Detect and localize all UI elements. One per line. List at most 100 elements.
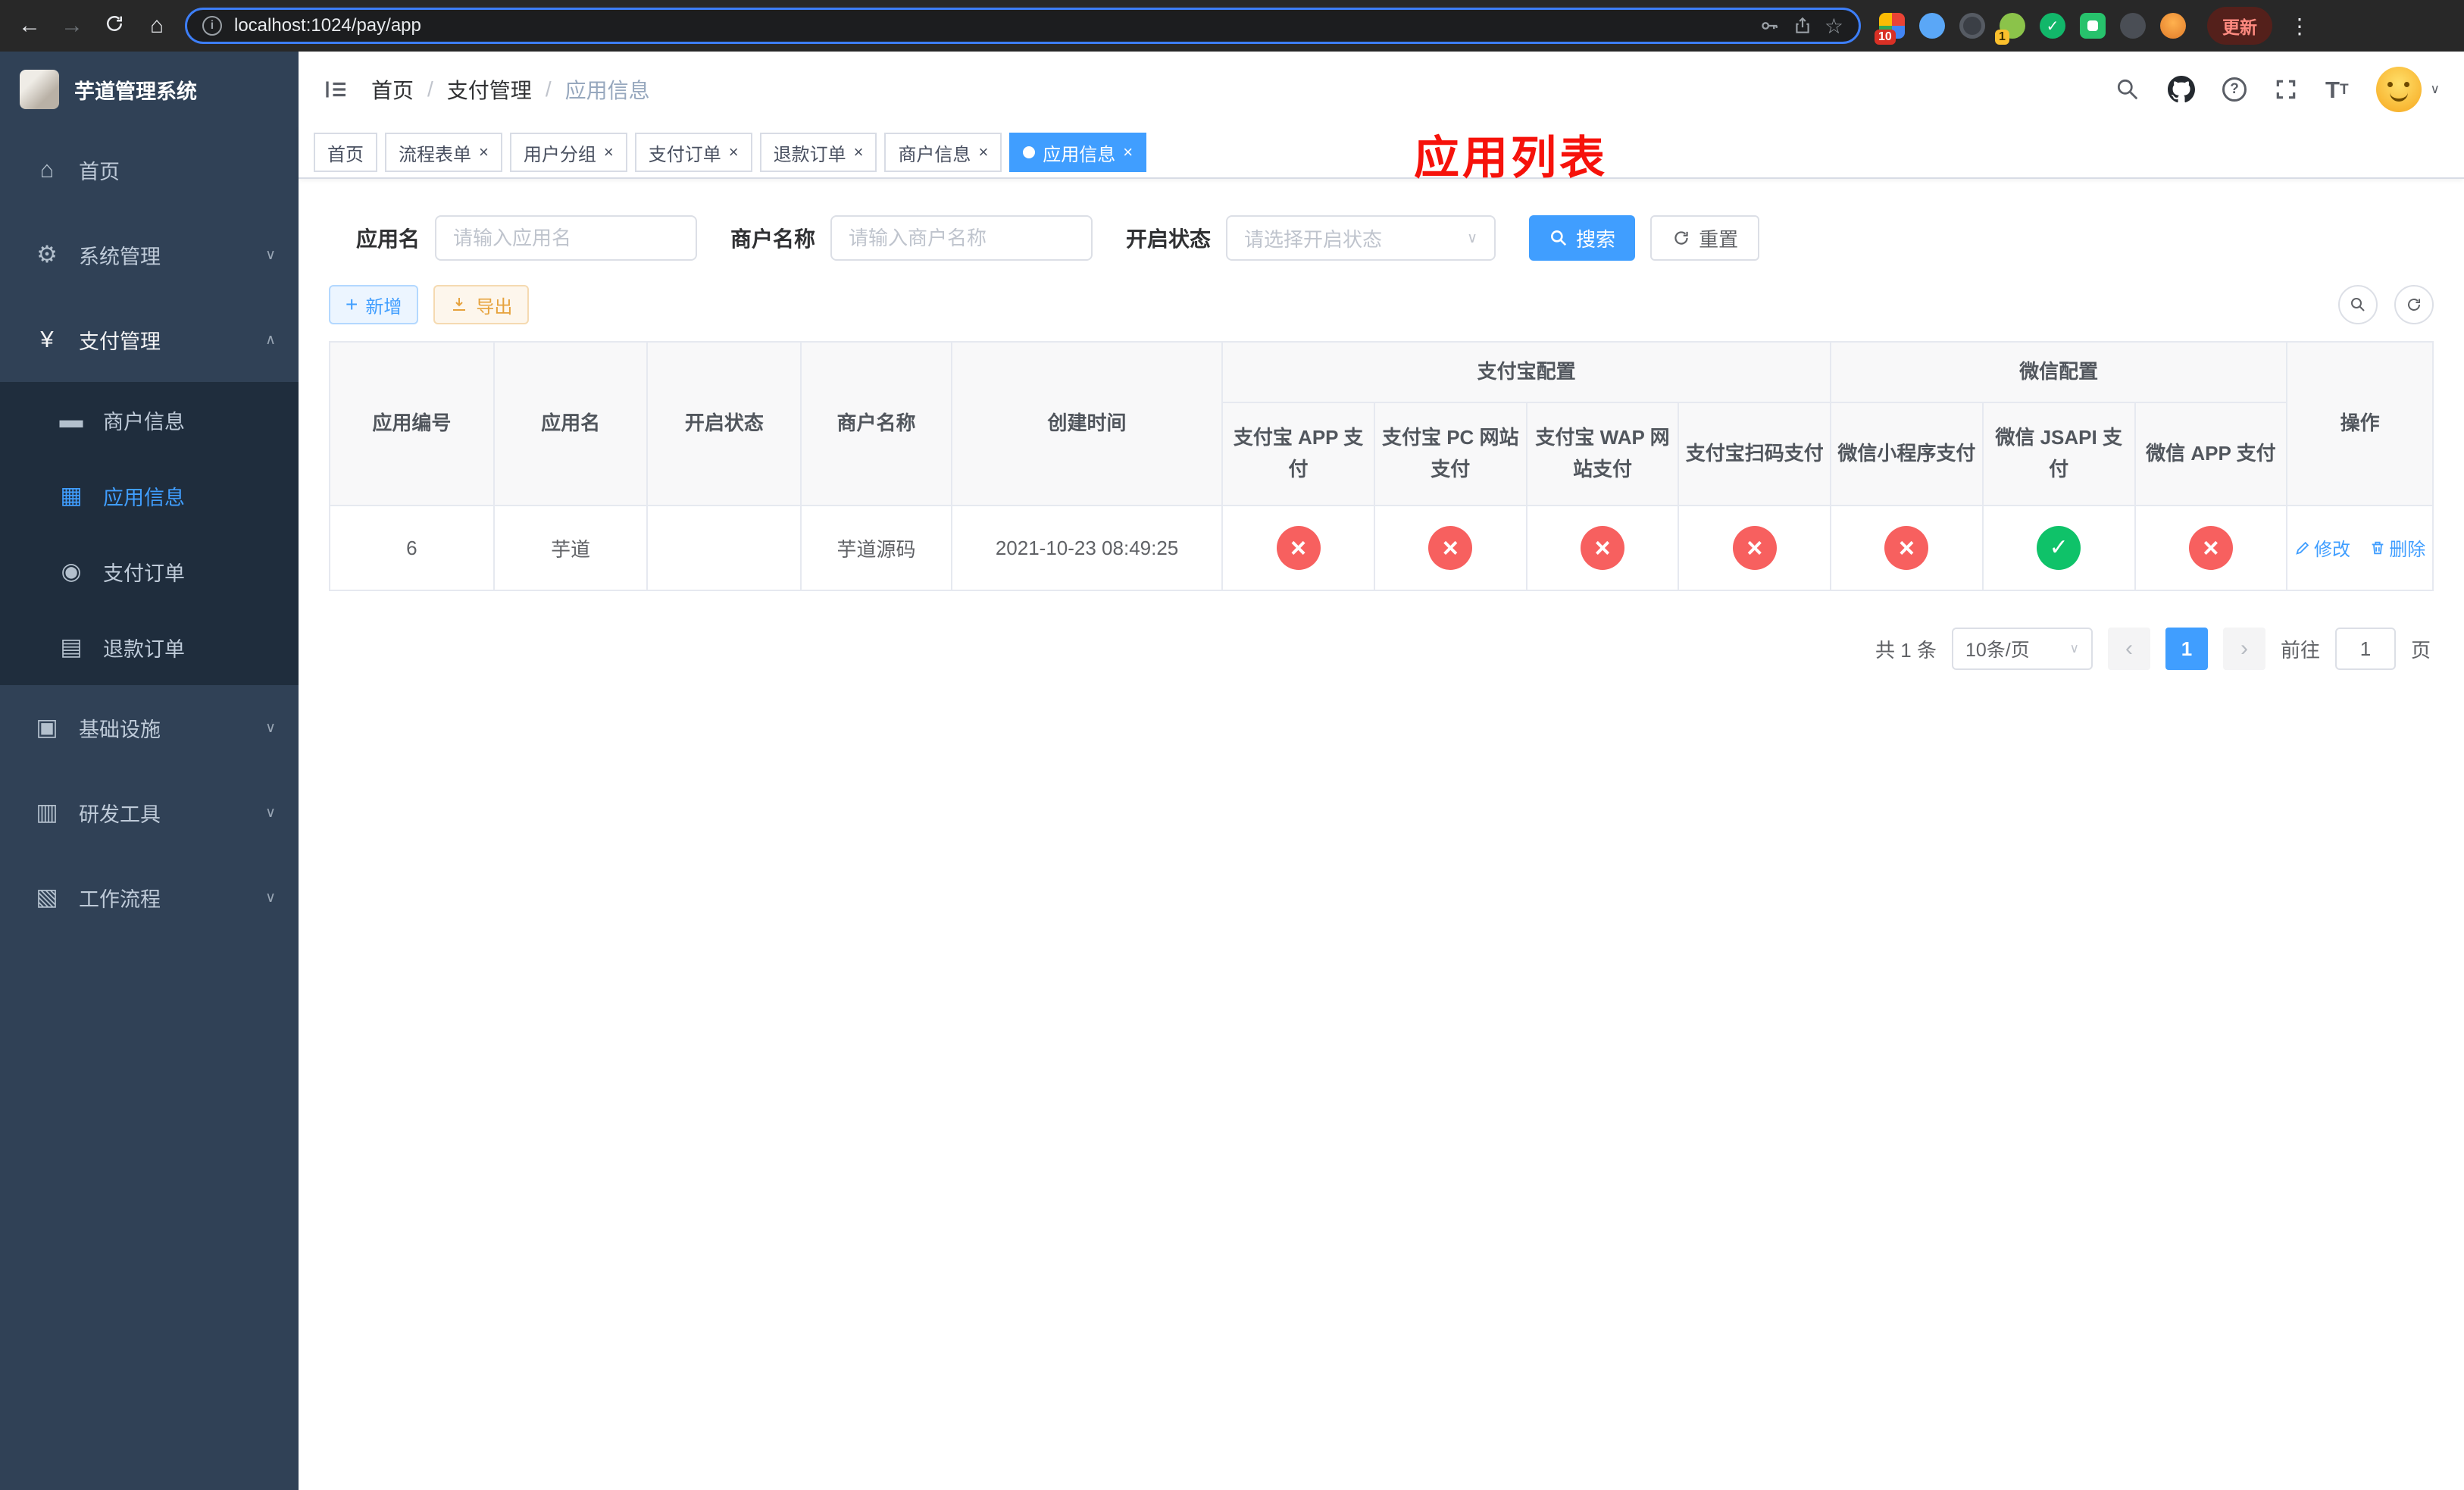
extension-icon-1[interactable]: 10 [1875,13,1905,45]
github-icon[interactable] [2168,76,2195,103]
top-navbar: 首页 / 支付管理 / 应用信息 ? T T ∨ 应用列表 [299,52,2464,183]
fail-status-icon [1428,526,1473,570]
breadcrumb-home[interactable]: 首页 [371,74,414,105]
sidebar-item-pay-orders[interactable]: ◉ 支付订单 [0,534,299,609]
col-wx-mini: 微信小程序支付 [1830,402,1984,506]
page-root: ← → ⌂ i localhost:1024/pay/app ☆ 10 1 ✓ [0,0,2464,1490]
browser-menu-icon[interactable]: ⋮ [2289,14,2310,39]
delete-link[interactable]: 删除 [2369,534,2425,561]
fullscreen-icon[interactable] [2274,77,2298,102]
sidebar-item-refund-orders[interactable]: ▤ 退款订单 [0,609,299,685]
col-wx-app: 微信 APP 支付 [2134,402,2288,506]
col-alipay-wap: 支付宝 WAP 网站支付 [1525,402,1680,506]
tab-home[interactable]: 首页 [314,133,377,172]
extension-icon-5[interactable]: ✓ [2040,13,2065,39]
add-button[interactable]: + 新增 [329,285,419,324]
browser-forward-button[interactable]: → [58,14,86,37]
sidebar-item-dev-tools[interactable]: ▥ 研发工具 ∨ [0,770,299,855]
avatar [2375,67,2422,112]
sidebar-fold-icon[interactable] [323,76,350,103]
tab-user-group[interactable]: 用户分组 × [509,133,627,172]
user-menu[interactable]: ∨ [2375,67,2440,112]
sidebar-item-workflow[interactable]: ▧ 工作流程 ∨ [0,855,299,940]
close-icon[interactable]: × [479,144,489,161]
help-icon[interactable]: ? [2222,77,2247,102]
plus-icon: + [346,293,358,316]
page-unit-label: 页 [2410,638,2431,662]
close-icon[interactable]: × [729,144,739,161]
export-button[interactable]: 导出 [433,285,530,324]
next-page-button[interactable]: › [2222,628,2265,670]
toggle-search-button[interactable] [2338,285,2378,324]
browser-back-button[interactable]: ← [15,14,44,37]
sidebar-item-system[interactable]: ⚙ 系统管理 ∨ [0,212,299,297]
extension-icon-2[interactable] [1919,13,1945,39]
chevron-down-icon: ∨ [265,246,276,263]
extension-icon-8[interactable] [2160,13,2186,39]
breadcrumb: 首页 / 支付管理 / 应用信息 [371,74,650,105]
cell-app-name: 芋道 [492,505,649,591]
extension-icon-3[interactable] [1959,13,1985,39]
document-icon: ▤ [60,634,83,660]
tab-pay-orders[interactable]: 支付订单 × [634,133,752,172]
close-icon[interactable]: × [1123,144,1133,161]
close-icon[interactable]: × [604,144,614,161]
merchant-name-label: 商户名称 [730,227,816,251]
current-page-button[interactable]: 1 [2165,628,2208,670]
search-button[interactable]: 搜索 [1529,215,1636,261]
col-alipay-app: 支付宝 APP 支付 [1221,402,1375,506]
table-tools [2338,285,2434,324]
tab-merchant-info[interactable]: 商户信息 × [884,133,1002,172]
page-size-select[interactable]: 10条/页 ∨ [1951,628,2093,670]
extension-badge: 10 [1875,30,1896,45]
sidebar-item-app-info[interactable]: ▦ 应用信息 [0,458,299,534]
close-icon[interactable]: × [854,144,864,161]
reset-button[interactable]: 重置 [1650,215,1760,261]
extension-icon-7[interactable] [2120,13,2146,39]
col-app-name: 应用名 [492,341,649,506]
col-group-alipay: 支付宝配置 [1221,341,1832,403]
font-size-icon[interactable]: TT [2325,78,2349,102]
breadcrumb-payment[interactable]: 支付管理 [447,74,532,105]
extension-icon-6[interactable] [2080,13,2106,39]
merchant-name-input[interactable] [830,215,1093,261]
tab-process-form[interactable]: 流程表单 × [385,133,502,172]
bookmark-star-icon[interactable]: ☆ [1825,14,1843,39]
page-title-annotation: 应用列表 [1414,133,1608,183]
chevron-down-icon: ∨ [265,804,276,821]
edit-link[interactable]: 修改 [2294,534,2350,561]
goto-label: 前往 [2280,638,2320,662]
sidebar-logo[interactable]: 芋道管理系统 [0,52,299,127]
close-icon[interactable]: × [978,144,988,161]
reload-icon [107,16,122,31]
tab-refund-orders[interactable]: 退款订单 × [759,133,877,172]
search-icon[interactable] [2115,77,2140,102]
download-icon [453,298,466,311]
cell-alipay-app [1221,505,1375,591]
prev-page-button[interactable]: ‹ [2107,628,2150,670]
sidebar-item-infrastructure[interactable]: ▣ 基础设施 ∨ [0,685,299,770]
sidebar-item-payment[interactable]: ¥ 支付管理 ∧ [0,297,299,382]
extension-badge-2: 1 [1995,30,2009,45]
sidebar-item-home[interactable]: ⌂ 首页 [0,127,299,212]
fail-status-icon [1884,526,1929,570]
browser-update-button[interactable]: 更新 [2207,7,2272,45]
site-info-icon[interactable]: i [202,16,222,36]
browser-home-button[interactable]: ⌂ [142,14,171,37]
payment-submenu: ▬ 商户信息 ▦ 应用信息 ◉ 支付订单 ▤ 退款订单 [0,382,299,685]
status-select[interactable]: 请选择开启状态 ∨ [1226,215,1496,261]
cell-created: 2021-10-23 08:49:25 [950,505,1224,591]
extension-icon-4[interactable]: 1 [1995,13,2025,45]
address-bar[interactable]: i localhost:1024/pay/app ☆ [185,8,1861,44]
tab-app-info[interactable]: 应用信息 × [1009,133,1147,172]
app-name-input[interactable] [435,215,698,261]
goto-page-input[interactable] [2334,628,2396,670]
browser-reload-button[interactable] [100,12,129,39]
share-icon[interactable] [1793,16,1812,36]
refresh-table-button[interactable] [2394,285,2434,324]
password-key-icon[interactable] [1759,15,1781,36]
sidebar-item-merchant-info[interactable]: ▬ 商户信息 [0,382,299,458]
search-icon [2351,298,2365,311]
col-wx-jsapi: 微信 JSAPI 支付 [1981,402,2136,506]
col-status: 开启状态 [646,341,802,506]
